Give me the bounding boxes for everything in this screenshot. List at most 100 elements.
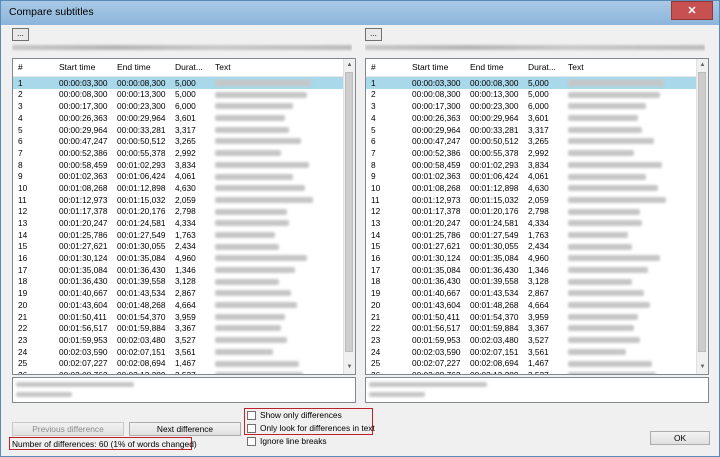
table-row[interactable]: 15 00:01:27,621 00:01:30,055 2,434 <box>366 241 697 253</box>
row-text-redacted <box>215 267 295 273</box>
table-row[interactable]: 10 00:01:08,268 00:01:12,898 4,630 <box>13 182 344 194</box>
table-row[interactable]: 8 00:00:58,459 00:01:02,293 3,834 <box>366 159 697 171</box>
scroll-down-icon[interactable]: ▼ <box>344 362 355 373</box>
table-row[interactable]: 25 00:02:07,227 00:02:08,694 1,467 <box>366 358 697 370</box>
window-title: Compare subtitles <box>9 6 94 18</box>
table-row[interactable]: 7 00:00:52,386 00:00:55,378 2,992 <box>366 147 697 159</box>
table-row[interactable]: 4 00:00:26,363 00:00:29,964 3,601 <box>366 112 697 124</box>
scroll-down-icon[interactable]: ▼ <box>697 362 708 373</box>
table-row[interactable]: 11 00:01:12,973 00:01:15,032 2,059 <box>366 194 697 206</box>
table-row[interactable]: 1 00:00:03,300 00:00:08,300 5,000 <box>366 77 697 89</box>
row-number: 18 <box>18 276 28 287</box>
table-row[interactable]: 19 00:01:40,667 00:01:43,534 2,867 <box>366 287 697 299</box>
row-start-time: 00:00:17,300 <box>59 101 108 112</box>
column-text[interactable]: Text <box>215 62 231 72</box>
table-row[interactable]: 14 00:01:25,786 00:01:27,549 1,763 <box>13 229 344 241</box>
table-row[interactable]: 20 00:01:43,604 00:01:48,268 4,664 <box>13 299 344 311</box>
row-end-time: 00:01:15,032 <box>470 194 519 205</box>
table-row[interactable]: 4 00:00:26,363 00:00:29,964 3,601 <box>13 112 344 124</box>
table-row[interactable]: 17 00:01:35,084 00:01:36,430 1,346 <box>366 264 697 276</box>
only-text-differences-checkbox[interactable] <box>247 424 256 433</box>
scroll-up-icon[interactable]: ▲ <box>697 60 708 71</box>
table-row[interactable]: 10 00:01:08,268 00:01:12,898 4,630 <box>366 182 697 194</box>
table-row[interactable]: 15 00:01:27,621 00:01:30,055 2,434 <box>13 241 344 253</box>
row-number: 14 <box>18 229 28 240</box>
table-row[interactable]: 9 00:01:02,363 00:01:06,424 4,061 <box>13 171 344 183</box>
column-end-time[interactable]: End time <box>117 62 151 72</box>
table-row[interactable]: 12 00:01:17,378 00:01:20,176 2,798 <box>13 206 344 218</box>
ok-button[interactable]: OK <box>650 431 710 445</box>
scroll-up-icon[interactable]: ▲ <box>344 60 355 71</box>
table-row[interactable]: 18 00:01:36,430 00:01:39,558 3,128 <box>366 276 697 288</box>
table-row[interactable]: 2 00:00:08,300 00:00:13,300 5,000 <box>13 89 344 101</box>
table-row[interactable]: 23 00:01:59,953 00:02:03,480 3,527 <box>366 334 697 346</box>
column-number[interactable]: # <box>371 62 376 72</box>
table-row[interactable]: 22 00:01:56,517 00:01:59,884 3,367 <box>13 322 344 334</box>
row-start-time: 00:00:08,300 <box>59 89 108 100</box>
table-row[interactable]: 22 00:01:56,517 00:01:59,884 3,367 <box>366 322 697 334</box>
table-row[interactable]: 3 00:00:17,300 00:00:23,300 6,000 <box>366 100 697 112</box>
table-row[interactable]: 17 00:01:35,084 00:01:36,430 1,346 <box>13 264 344 276</box>
close-button[interactable]: ✕ <box>671 1 713 20</box>
row-number: 21 <box>371 311 381 322</box>
previous-difference-button[interactable]: Previous difference <box>12 422 124 436</box>
left-vertical-scrollbar[interactable]: ▲ ▼ <box>343 59 355 374</box>
table-row[interactable]: 6 00:00:47,247 00:00:50,512 3,265 <box>13 135 344 147</box>
row-end-time: 00:00:33,281 <box>117 124 166 135</box>
table-row[interactable]: 1 00:00:03,300 00:00:08,300 5,000 <box>13 77 344 89</box>
column-duration[interactable]: Durat... <box>528 62 556 72</box>
table-row[interactable]: 5 00:00:29,964 00:00:33,281 3,317 <box>13 124 344 136</box>
row-text-redacted <box>568 220 642 227</box>
table-row[interactable]: 26 00:02:08,762 00:02:12,289 3,527 <box>366 369 697 374</box>
right-vertical-scrollbar[interactable]: ▲ ▼ <box>696 59 708 374</box>
table-row[interactable]: 12 00:01:17,378 00:01:20,176 2,798 <box>366 206 697 218</box>
column-text[interactable]: Text <box>568 62 584 72</box>
table-row[interactable]: 13 00:01:20,247 00:01:24,581 4,334 <box>366 217 697 229</box>
table-row[interactable]: 7 00:00:52,386 00:00:55,378 2,992 <box>13 147 344 159</box>
table-row[interactable]: 20 00:01:43,604 00:01:48,268 4,664 <box>366 299 697 311</box>
row-number: 15 <box>18 241 28 252</box>
column-duration[interactable]: Durat... <box>175 62 203 72</box>
table-row[interactable]: 26 00:02:08,762 00:02:12,289 3,527 <box>13 369 344 375</box>
row-start-time: 00:02:08,762 <box>59 369 108 375</box>
table-row[interactable]: 16 00:01:30,124 00:01:35,084 4,960 <box>366 252 697 264</box>
column-number[interactable]: # <box>18 62 23 72</box>
show-only-differences-checkbox[interactable] <box>247 411 256 420</box>
left-subtitle-list[interactable]: # Start time End time Durat... Text 1 00:… <box>12 58 356 375</box>
left-file-path <box>12 43 352 53</box>
table-row[interactable]: 6 00:00:47,247 00:00:50,512 3,265 <box>366 135 697 147</box>
right-subtitle-list[interactable]: # Start time End time Durat... Text 1 00:… <box>365 58 709 375</box>
table-row[interactable]: 19 00:01:40,667 00:01:43,534 2,867 <box>13 287 344 299</box>
scroll-thumb[interactable] <box>698 72 706 352</box>
table-row[interactable]: 24 00:02:03,590 00:02:07,151 3,561 <box>366 346 697 358</box>
table-row[interactable]: 9 00:01:02,363 00:01:06,424 4,061 <box>366 171 697 183</box>
table-row[interactable]: 2 00:00:08,300 00:00:13,300 5,000 <box>366 89 697 101</box>
table-row[interactable]: 21 00:01:50,411 00:01:54,370 3,959 <box>366 311 697 323</box>
table-row[interactable]: 25 00:02:07,227 00:02:08,694 1,467 <box>13 358 344 370</box>
open-right-file-button[interactable]: ... <box>365 28 382 41</box>
title-bar[interactable]: Compare subtitles ✕ <box>1 1 719 25</box>
column-start-time[interactable]: Start time <box>59 62 95 72</box>
table-row[interactable]: 18 00:01:36,430 00:01:39,558 3,128 <box>13 276 344 288</box>
table-row[interactable]: 13 00:01:20,247 00:01:24,581 4,334 <box>13 217 344 229</box>
table-row[interactable]: 3 00:00:17,300 00:00:23,300 6,000 <box>13 100 344 112</box>
table-row[interactable]: 16 00:01:30,124 00:01:35,084 4,960 <box>13 252 344 264</box>
row-end-time: 00:00:50,512 <box>117 136 166 147</box>
next-difference-button[interactable]: Next difference <box>129 422 241 436</box>
row-end-time: 00:01:39,558 <box>470 276 519 287</box>
table-row[interactable]: 5 00:00:29,964 00:00:33,281 3,317 <box>366 124 697 136</box>
table-row[interactable]: 11 00:01:12,973 00:01:15,032 2,059 <box>13 194 344 206</box>
table-row[interactable]: 21 00:01:50,411 00:01:54,370 3,959 <box>13 311 344 323</box>
table-row[interactable]: 8 00:00:58,459 00:01:02,293 3,834 <box>13 159 344 171</box>
column-start-time[interactable]: Start time <box>412 62 448 72</box>
column-end-time[interactable]: End time <box>470 62 504 72</box>
ignore-line-breaks-checkbox[interactable] <box>247 437 256 446</box>
table-row[interactable]: 14 00:01:25,786 00:01:27,549 1,763 <box>366 229 697 241</box>
open-left-file-button[interactable]: ... <box>12 28 29 41</box>
row-duration: 6,000 <box>175 101 196 112</box>
table-row[interactable]: 24 00:02:03,590 00:02:07,151 3,561 <box>13 346 344 358</box>
row-end-time: 00:01:48,268 <box>470 299 519 310</box>
table-row[interactable]: 23 00:01:59,953 00:02:03,480 3,527 <box>13 334 344 346</box>
scroll-thumb[interactable] <box>345 72 353 352</box>
row-text-redacted <box>568 138 654 145</box>
